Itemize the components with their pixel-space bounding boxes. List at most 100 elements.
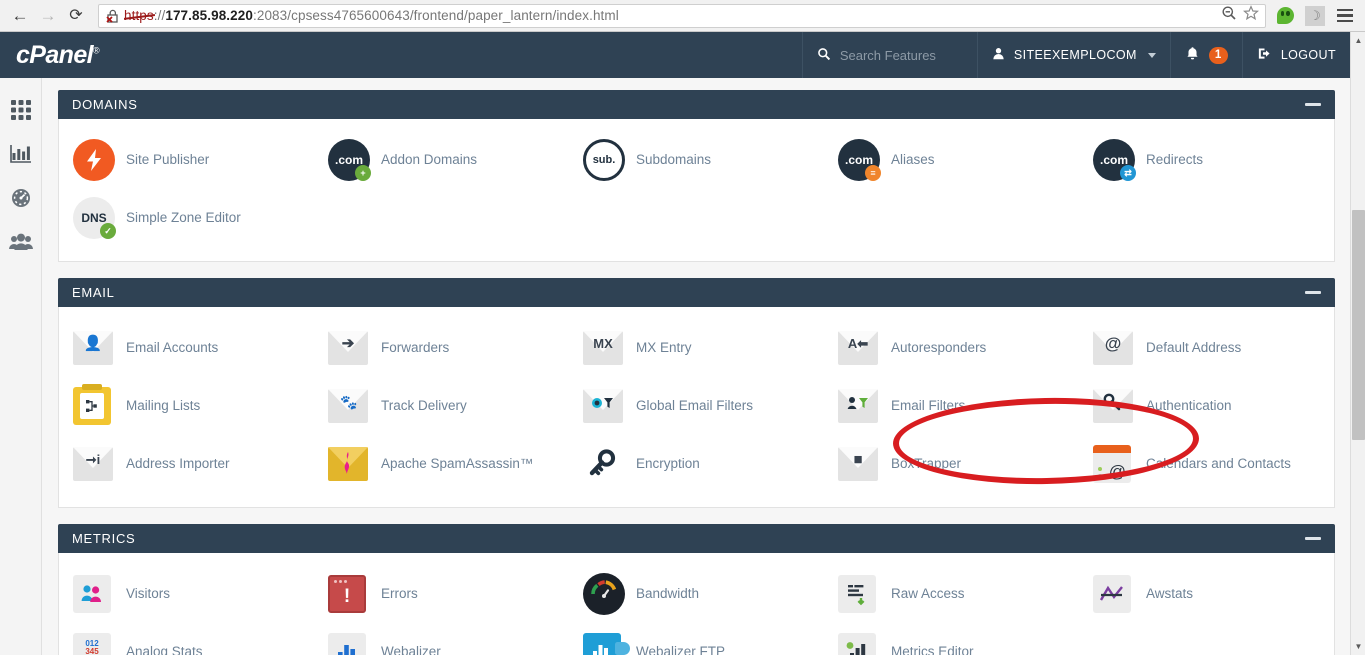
tile-calendars-and-contacts[interactable]: @ Calendars and Contacts	[1079, 435, 1334, 493]
dotcom-redirect-icon: .com ⇄	[1093, 139, 1136, 181]
tile-visitors[interactable]: Visitors	[59, 565, 314, 623]
cpanel-logo[interactable]: cPanel®	[16, 41, 134, 70]
minus-icon[interactable]	[1305, 537, 1321, 540]
tile-mx-entry[interactable]: MX MX Entry	[569, 319, 824, 377]
tile-label: Calendars and Contacts	[1146, 455, 1291, 471]
tile-aliases[interactable]: .com ≡ Aliases	[824, 131, 1079, 189]
logout-button[interactable]: LOGOUT	[1241, 32, 1350, 78]
sub-domain-icon: sub.	[583, 139, 625, 181]
tile-site-publisher[interactable]: Site Publisher	[59, 131, 314, 189]
search-input[interactable]	[839, 47, 965, 63]
minus-icon[interactable]	[1305, 103, 1321, 106]
tile-awstats[interactable]: Awstats	[1079, 565, 1334, 623]
tile-boxtrapper[interactable]: ■ BoxTrapper	[824, 435, 1079, 493]
webalizer-ftp-icon	[583, 631, 630, 655]
left-rail	[0, 78, 42, 655]
tile-raw-access[interactable]: Raw Access	[824, 565, 1079, 623]
panel-header-email[interactable]: EMAIL	[58, 278, 1335, 307]
tile-label: Encryption	[636, 455, 700, 471]
broken-lock-icon[interactable]	[105, 8, 121, 24]
envelope-mx-icon: MX	[583, 327, 625, 369]
address-bar[interactable]: https://177.85.98.220:2083/cpsess4765600…	[98, 3, 1266, 28]
tile-email-filters[interactable]: Email Filters	[824, 377, 1079, 435]
tile-mailing-lists[interactable]: Mailing Lists	[59, 377, 314, 435]
dotcom-add-icon: .com +	[328, 139, 371, 181]
tile-apache-spamassassin[interactable]: Apache SpamAssassin™	[314, 435, 569, 493]
url-scheme: https	[124, 8, 154, 23]
webalizer-bars-icon	[328, 631, 370, 655]
envelope-footsteps-icon: 🐾	[328, 385, 370, 427]
tile-bandwidth[interactable]: Bandwidth	[569, 565, 824, 623]
panel-header-domains[interactable]: DOMAINS	[58, 90, 1335, 119]
tile-label: Webalizer FTP	[636, 643, 726, 655]
tile-label: Default Address	[1146, 339, 1242, 355]
panel-body-metrics: Visitors ! Errors Bandwidth Raw Access A…	[58, 553, 1335, 655]
tile-label: Forwarders	[381, 339, 450, 355]
scroll-down-icon[interactable]: ▼	[1351, 638, 1365, 655]
zoom-out-icon[interactable]	[1221, 5, 1237, 26]
bell-icon	[1185, 46, 1200, 64]
minus-icon[interactable]	[1305, 291, 1321, 294]
tile-label: Addon Domains	[381, 151, 478, 167]
reload-icon[interactable]: ⟳	[62, 2, 90, 30]
hamburger-menu-icon[interactable]	[1332, 3, 1358, 29]
moon-icon[interactable]: ☽	[1302, 3, 1328, 29]
tile-subdomains[interactable]: sub. Subdomains	[569, 131, 824, 189]
sidebar-item-user-manager[interactable]	[0, 222, 42, 266]
tile-default-address[interactable]: @ Default Address	[1079, 319, 1334, 377]
panel-title: EMAIL	[72, 285, 115, 300]
envelope-spam-icon	[328, 443, 370, 485]
browser-extension-tray: ☽	[1272, 3, 1365, 29]
tile-analog-stats[interactable]: 012 345 678 Analog Stats	[59, 623, 314, 655]
tile-redirects[interactable]: .com ⇄ Redirects	[1079, 131, 1334, 189]
user-menu[interactable]: SITEEXEMPLOCOM	[976, 32, 1170, 78]
dotcom-alias-icon: .com ≡	[838, 139, 881, 181]
tile-encryption[interactable]: Encryption	[569, 435, 824, 493]
tile-label: Awstats	[1146, 585, 1194, 601]
url-separator: ://	[153, 8, 166, 23]
star-icon[interactable]	[1242, 5, 1260, 26]
tile-simple-zone-editor[interactable]: DNS ✓ Simple Zone Editor	[59, 189, 314, 247]
search-icon	[817, 47, 831, 64]
scroll-up-icon[interactable]: ▲	[1351, 32, 1365, 49]
speedometer-icon	[583, 573, 625, 615]
page-scrollbar[interactable]: ▲ ▼	[1350, 32, 1365, 655]
tile-webalizer[interactable]: Webalizer	[314, 623, 569, 655]
tile-global-email-filters[interactable]: Global Email Filters	[569, 377, 824, 435]
tile-forwarders[interactable]: ➔ Forwarders	[314, 319, 569, 377]
cpanel-header: cPanel® SITEEXEMPLOCOM	[0, 32, 1350, 78]
tile-label: Address Importer	[126, 455, 230, 471]
tile-label: Raw Access	[891, 585, 965, 601]
forward-arrow-icon[interactable]: →	[34, 2, 62, 30]
tile-label: Track Delivery	[381, 397, 467, 413]
tile-label: Errors	[381, 585, 418, 601]
tile-email-accounts[interactable]: 👤 Email Accounts	[59, 319, 314, 377]
tile-errors[interactable]: ! Errors	[314, 565, 569, 623]
panel-header-metrics[interactable]: METRICS	[58, 524, 1335, 553]
sidebar-item-home[interactable]	[0, 90, 42, 134]
tile-authentication[interactable]: Authentication	[1079, 377, 1334, 435]
tile-label: Aliases	[891, 151, 935, 167]
tile-webalizer-ftp[interactable]: Webalizer FTP	[569, 623, 824, 655]
panel-email: EMAIL 👤 Email Accounts ➔ Forwarders MX M…	[58, 278, 1335, 508]
bar-chart-icon	[10, 143, 32, 170]
tile-track-delivery[interactable]: 🐾 Track Delivery	[314, 377, 569, 435]
tile-autoresponders[interactable]: A⬅ Autoresponders	[824, 319, 1079, 377]
back-arrow-icon[interactable]: ←	[6, 2, 34, 30]
tile-addon-domains[interactable]: .com + Addon Domains	[314, 131, 569, 189]
sidebar-item-dashboard[interactable]	[0, 178, 42, 222]
tile-label: Visitors	[126, 585, 171, 601]
panel-metrics: METRICS Visitors ! Errors Bandwidth Raw …	[58, 524, 1335, 655]
tile-metrics-editor[interactable]: Metrics Editor	[824, 623, 1079, 655]
tile-label: Email Filters	[891, 397, 966, 413]
scrollbar-thumb[interactable]	[1352, 210, 1365, 440]
extension-icon[interactable]	[1272, 3, 1298, 29]
tile-address-importer[interactable]: ➞i Address Importer	[59, 435, 314, 493]
sidebar-item-statistics[interactable]	[0, 134, 42, 178]
error-window-icon: !	[328, 573, 370, 615]
search-features-box[interactable]	[801, 32, 977, 78]
gauge-icon	[10, 187, 32, 214]
notifications-button[interactable]: 1	[1169, 32, 1242, 78]
notification-badge: 1	[1208, 46, 1228, 64]
envelope-box-icon: ■	[838, 443, 880, 485]
